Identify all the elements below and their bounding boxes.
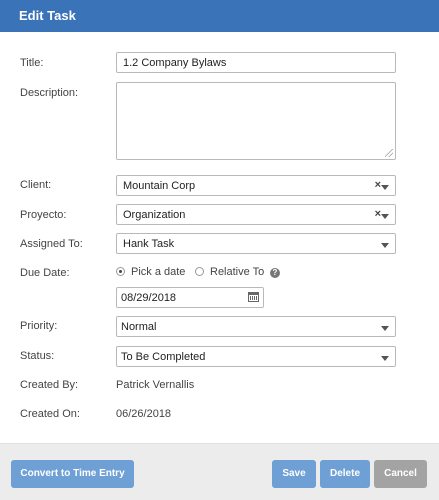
client-label: Client:	[20, 179, 52, 191]
priority-label: Priority:	[20, 320, 58, 332]
description-label: Description:	[20, 87, 79, 99]
calendar-icon[interactable]	[248, 292, 259, 302]
save-button[interactable]: Save	[272, 460, 316, 488]
status-select[interactable]: To Be Completed	[116, 346, 396, 367]
dialog-header: Edit Task	[0, 0, 439, 32]
title-label: Title:	[20, 57, 44, 69]
created-on-value: 06/26/2018	[116, 408, 172, 420]
delete-button[interactable]: Delete	[320, 460, 370, 488]
relative-to-radio[interactable]	[195, 267, 204, 276]
created-by-label: Created By:	[20, 379, 79, 391]
due-date-value: 08/29/2018	[121, 292, 177, 304]
chevron-down-icon[interactable]	[381, 185, 389, 190]
assigned-to-label: Assigned To:	[20, 238, 83, 250]
priority-value: Normal	[121, 321, 157, 333]
due-date-label: Due Date:	[20, 267, 70, 279]
assigned-to-value: Hank Task	[123, 238, 175, 250]
dialog-title: Edit Task	[19, 8, 76, 23]
pick-date-label[interactable]: Pick a date	[131, 266, 185, 278]
project-value: Organization	[123, 209, 186, 221]
assigned-to-select[interactable]: Hank Task	[116, 233, 396, 254]
created-on-label: Created On:	[20, 408, 80, 420]
relative-to-label[interactable]: Relative To	[210, 266, 264, 278]
title-input-value: 1.2 Company Bylaws	[123, 57, 227, 69]
status-value: To Be Completed	[121, 351, 206, 363]
cancel-button[interactable]: Cancel	[374, 460, 427, 488]
project-select[interactable]: Organization ×	[116, 204, 396, 225]
resize-grip-icon[interactable]	[385, 149, 393, 157]
chevron-down-icon[interactable]	[381, 356, 389, 361]
created-by-value: Patrick Vernallis	[116, 379, 195, 391]
due-date-input[interactable]: 08/29/2018	[116, 287, 264, 308]
chevron-down-icon[interactable]	[381, 243, 389, 248]
project-label: Proyecto:	[20, 209, 67, 221]
help-icon[interactable]: ?	[270, 268, 280, 278]
pick-date-radio[interactable]	[116, 267, 125, 276]
client-select[interactable]: Mountain Corp ×	[116, 175, 396, 196]
status-label: Status:	[20, 350, 55, 362]
description-textarea[interactable]	[116, 82, 396, 160]
title-input[interactable]: 1.2 Company Bylaws	[116, 52, 396, 73]
chevron-down-icon[interactable]	[381, 214, 389, 219]
client-value: Mountain Corp	[123, 180, 196, 192]
chevron-down-icon[interactable]	[381, 326, 389, 331]
convert-to-time-entry-button[interactable]: Convert to Time Entry	[11, 460, 134, 488]
priority-select[interactable]: Normal	[116, 316, 396, 337]
